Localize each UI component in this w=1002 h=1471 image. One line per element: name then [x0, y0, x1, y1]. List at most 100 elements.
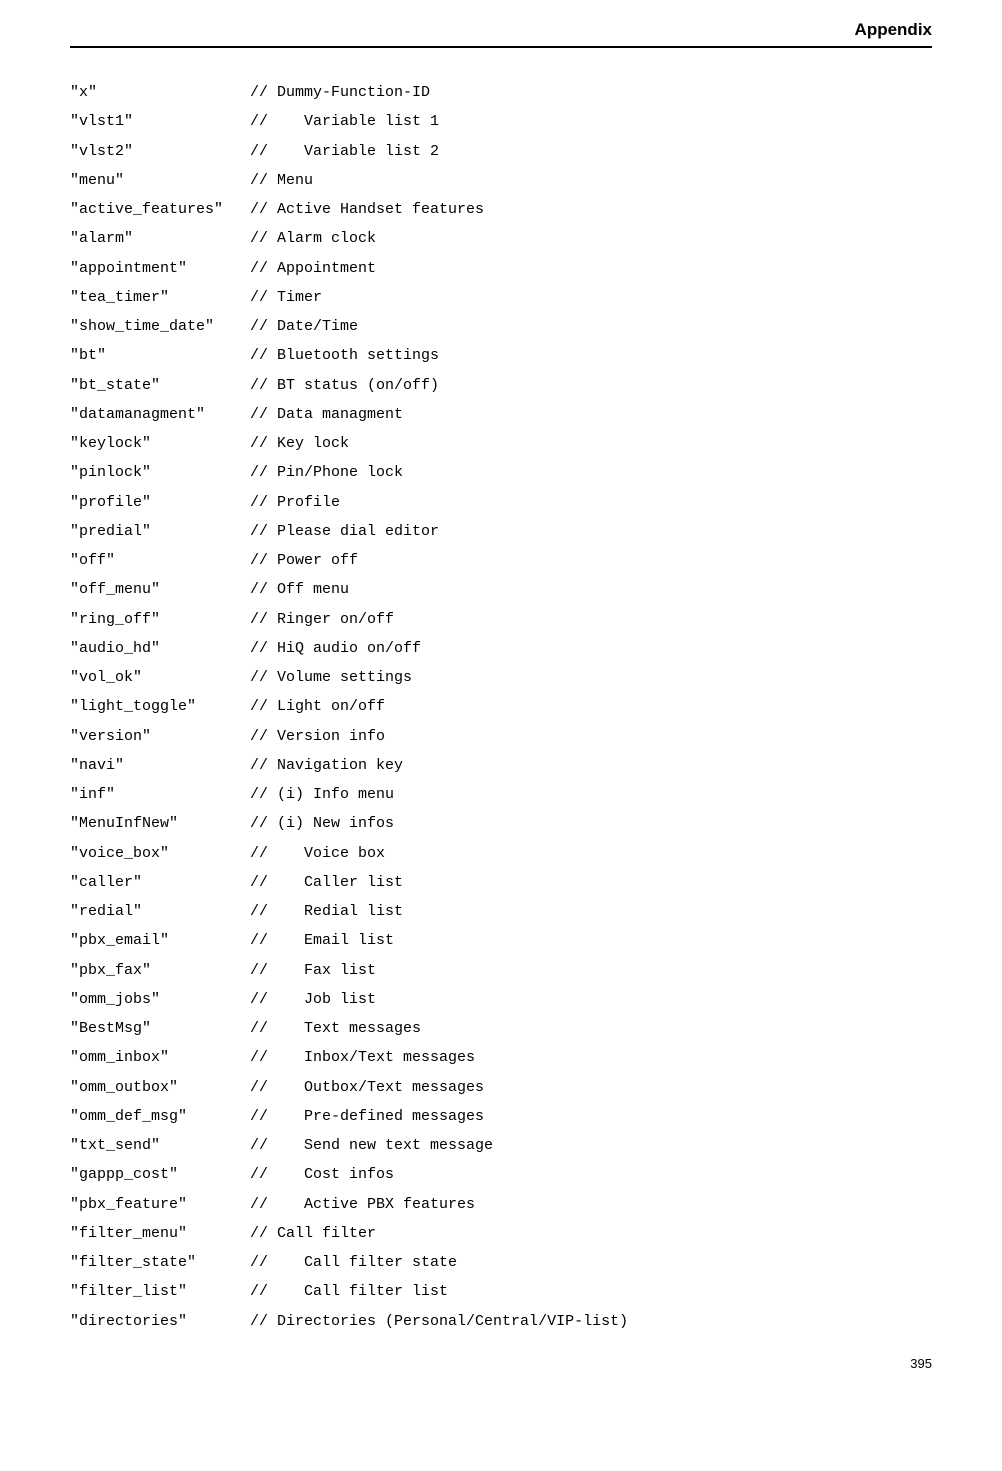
code-comment: // Active PBX features	[250, 1196, 475, 1213]
code-comment: // Ringer on/off	[250, 611, 394, 628]
code-comment: // Data managment	[250, 406, 403, 423]
code-key: "pbx_fax"	[70, 956, 250, 985]
code-key: "appointment"	[70, 254, 250, 283]
code-key: "show_time_date"	[70, 312, 250, 341]
code-comment: // Pin/Phone lock	[250, 464, 403, 481]
code-comment: // Date/Time	[250, 318, 358, 335]
code-comment: // Inbox/Text messages	[250, 1049, 475, 1066]
code-comment: // Caller list	[250, 874, 403, 891]
code-key: "filter_state"	[70, 1248, 250, 1277]
code-row: "x"// Dummy-Function-ID	[70, 78, 932, 107]
code-key: "version"	[70, 722, 250, 751]
code-row: "vlst2"// Variable list 2	[70, 137, 932, 166]
code-row: "off_menu"// Off menu	[70, 575, 932, 604]
code-row: "gappp_cost"// Cost infos	[70, 1160, 932, 1189]
code-row: "pbx_email"// Email list	[70, 926, 932, 955]
code-comment: // Email list	[250, 932, 394, 949]
code-comment: // Alarm clock	[250, 230, 376, 247]
code-comment: // Volume settings	[250, 669, 412, 686]
code-key: "voice_box"	[70, 839, 250, 868]
code-listing: "x"// Dummy-Function-ID"vlst1"// Variabl…	[70, 78, 932, 1336]
code-comment: // Timer	[250, 289, 322, 306]
code-key: "pbx_email"	[70, 926, 250, 955]
code-key: "tea_timer"	[70, 283, 250, 312]
code-comment: // (i) New infos	[250, 815, 394, 832]
code-row: "appointment"// Appointment	[70, 254, 932, 283]
code-row: "profile"// Profile	[70, 488, 932, 517]
code-key: "BestMsg"	[70, 1014, 250, 1043]
code-row: "caller"// Caller list	[70, 868, 932, 897]
code-row: "audio_hd"// HiQ audio on/off	[70, 634, 932, 663]
code-comment: // Active Handset features	[250, 201, 484, 218]
code-comment: // Pre-defined messages	[250, 1108, 484, 1125]
code-comment: // Redial list	[250, 903, 403, 920]
code-key: "off_menu"	[70, 575, 250, 604]
code-row: "bt"// Bluetooth settings	[70, 341, 932, 370]
code-comment: // Fax list	[250, 962, 376, 979]
code-comment: // Call filter	[250, 1225, 376, 1242]
code-row: "light_toggle"// Light on/off	[70, 692, 932, 721]
code-row: "directories"// Directories (Personal/Ce…	[70, 1307, 932, 1336]
code-comment: // Profile	[250, 494, 340, 511]
code-comment: // Variable list 1	[250, 113, 439, 130]
code-comment: // BT status (on/off)	[250, 377, 439, 394]
code-row: "menu"// Menu	[70, 166, 932, 195]
code-key: "light_toggle"	[70, 692, 250, 721]
code-key: "filter_menu"	[70, 1219, 250, 1248]
code-key: "active_features"	[70, 195, 250, 224]
code-comment: // Variable list 2	[250, 143, 439, 160]
code-row: "BestMsg"// Text messages	[70, 1014, 932, 1043]
code-key: "vlst2"	[70, 137, 250, 166]
code-row: "filter_menu"// Call filter	[70, 1219, 932, 1248]
code-comment: // Menu	[250, 172, 313, 189]
code-key: "txt_send"	[70, 1131, 250, 1160]
code-row: "omm_def_msg"// Pre-defined messages	[70, 1102, 932, 1131]
code-comment: // Voice box	[250, 845, 385, 862]
page-container: Appendix "x"// Dummy-Function-ID"vlst1"/…	[0, 0, 1002, 1391]
code-comment: // (i) Info menu	[250, 786, 394, 803]
code-comment: // Cost infos	[250, 1166, 394, 1183]
code-key: "vlst1"	[70, 107, 250, 136]
code-row: "ring_off"// Ringer on/off	[70, 605, 932, 634]
code-comment: // Power off	[250, 552, 358, 569]
code-row: "show_time_date"// Date/Time	[70, 312, 932, 341]
code-comment: // Light on/off	[250, 698, 385, 715]
code-row: "omm_inbox"// Inbox/Text messages	[70, 1043, 932, 1072]
code-key: "omm_outbox"	[70, 1073, 250, 1102]
code-key: "omm_jobs"	[70, 985, 250, 1014]
code-row: "pbx_feature"// Active PBX features	[70, 1190, 932, 1219]
code-key: "inf"	[70, 780, 250, 809]
code-row: "off"// Power off	[70, 546, 932, 575]
code-key: "profile"	[70, 488, 250, 517]
code-comment: // Bluetooth settings	[250, 347, 439, 364]
code-row: "omm_outbox"// Outbox/Text messages	[70, 1073, 932, 1102]
code-comment: // HiQ audio on/off	[250, 640, 421, 657]
code-row: "filter_state"// Call filter state	[70, 1248, 932, 1277]
code-comment: // Call filter list	[250, 1283, 448, 1300]
code-row: "redial"// Redial list	[70, 897, 932, 926]
code-row: "alarm"// Alarm clock	[70, 224, 932, 253]
code-row: "keylock"// Key lock	[70, 429, 932, 458]
code-key: "directories"	[70, 1307, 250, 1336]
code-key: "bt_state"	[70, 371, 250, 400]
code-key: "omm_def_msg"	[70, 1102, 250, 1131]
code-key: "datamanagment"	[70, 400, 250, 429]
code-comment: // Send new text message	[250, 1137, 493, 1154]
code-comment: // Please dial editor	[250, 523, 439, 540]
code-comment: // Appointment	[250, 260, 376, 277]
code-row: "omm_jobs"// Job list	[70, 985, 932, 1014]
code-comment: // Off menu	[250, 581, 349, 598]
code-row: "vlst1"// Variable list 1	[70, 107, 932, 136]
code-row: "pinlock"// Pin/Phone lock	[70, 458, 932, 487]
code-key: "audio_hd"	[70, 634, 250, 663]
code-key: "gappp_cost"	[70, 1160, 250, 1189]
code-comment: // Text messages	[250, 1020, 421, 1037]
code-key: "pbx_feature"	[70, 1190, 250, 1219]
code-key: "bt"	[70, 341, 250, 370]
code-comment: // Key lock	[250, 435, 349, 452]
code-key: "navi"	[70, 751, 250, 780]
code-row: "inf"// (i) Info menu	[70, 780, 932, 809]
code-row: "navi"// Navigation key	[70, 751, 932, 780]
code-row: "datamanagment"// Data managment	[70, 400, 932, 429]
code-row: "MenuInfNew"// (i) New infos	[70, 809, 932, 838]
